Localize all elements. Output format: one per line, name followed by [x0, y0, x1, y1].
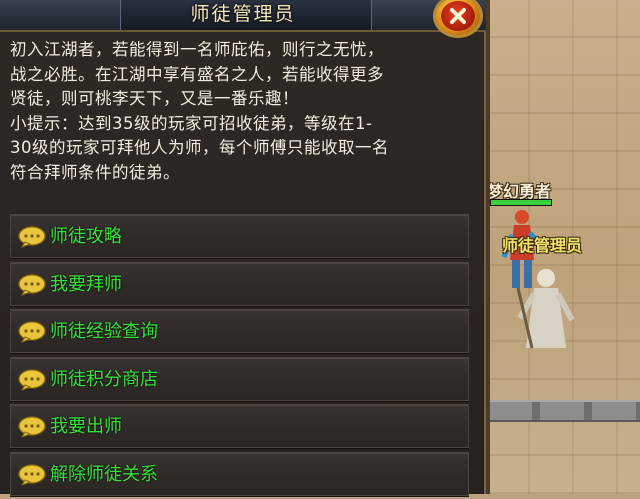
intro-line: 战之必胜。在江湖中享有盛名之人，若能收得更多 [10, 64, 384, 84]
option-label: 师徒经验查询 [50, 321, 158, 342]
option-become-apprentice[interactable]: 我要拜师 [10, 261, 469, 306]
stone-wall [488, 400, 640, 422]
chat-bubble-icon [18, 463, 46, 486]
intro-line: 30级的玩家可拜他人为师，每个师傅只能收取一名 [10, 138, 389, 157]
chat-bubble-icon [18, 273, 46, 296]
npc-character[interactable] [512, 258, 582, 354]
option-experience-query[interactable]: 师徒经验查询 [10, 309, 469, 353]
dialog-title: 师徒管理员 [190, 3, 296, 25]
option-dissolve-relationship[interactable]: 解除师徒关系 [10, 451, 469, 496]
intro-line: 符合拜师条件的徒弟。 [10, 162, 180, 182]
intro-line: 小提示：达到35级的玩家可招收徒弟，等级在1- [10, 113, 373, 133]
option-label: 师徒攻略 [50, 226, 122, 247]
option-label: 解除师徒关系 [50, 463, 158, 485]
option-label: 我要拜师 [50, 273, 122, 295]
intro-line: 初入江湖者，若能得到一名师庇佑，则行之无忧， [10, 40, 384, 59]
chat-bubble-icon [18, 416, 46, 438]
option-graduate[interactable]: 我要出师 [10, 404, 469, 448]
chat-bubble-icon [18, 226, 46, 248]
npc-name-label: 师徒管理员 [502, 236, 583, 255]
intro-line: 贤徒，则可桃李天下，又是一番乐趣！ [10, 89, 299, 108]
option-label: 我要出师 [50, 416, 122, 437]
chat-bubble-icon [18, 321, 46, 343]
npc-dialog-panel: 师徒管理员 初入江湖者，若能得到一名师庇佑，则行之无忧， 战之必胜。在江湖中享有… [0, 0, 490, 496]
dialog-intro-text: 初入江湖者，若能得到一名师庇佑，则行之无忧， 战之必胜。在江湖中享有盛名之人，若… [10, 38, 472, 185]
option-points-shop[interactable]: 师徒积分商店 [10, 356, 469, 401]
dialog-title-bar: 师徒管理员 [0, 0, 486, 32]
dialog-options-list: 师徒攻略 我要拜师 师徒经验查询 师徒积分商店 我要出师 解除师徒关系 [10, 214, 469, 499]
close-x-icon [441, 1, 475, 31]
option-label: 师徒积分商店 [50, 368, 158, 390]
chat-bubble-icon [18, 368, 46, 391]
option-master-apprentice-guide[interactable]: 师徒攻略 [10, 214, 469, 258]
